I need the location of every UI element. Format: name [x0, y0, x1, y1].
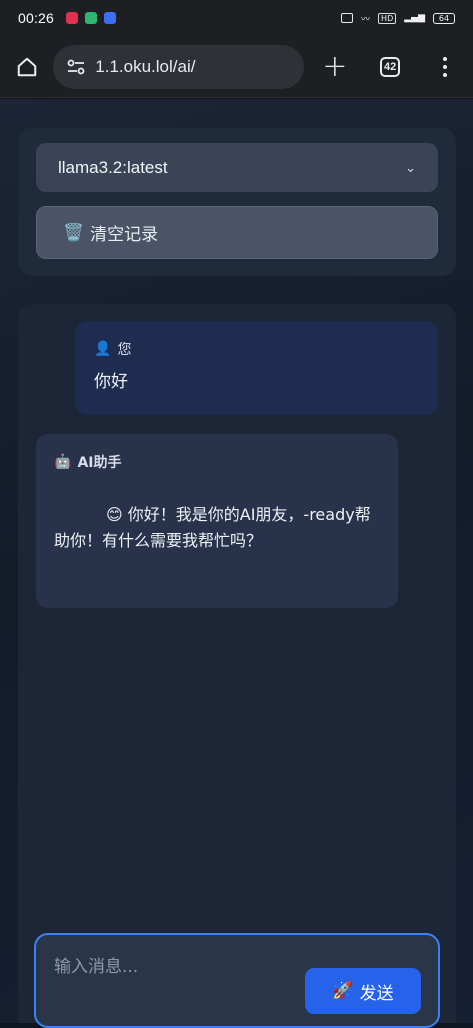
message-author: 👤 您	[94, 339, 419, 359]
tab-switcher-button[interactable]: 42	[363, 36, 418, 98]
more-vert-icon	[443, 56, 448, 77]
message-author: 🤖 AI助手	[54, 452, 380, 472]
message-text: 你好	[94, 372, 128, 392]
model-selected-value: llama3.2:latest	[58, 157, 168, 177]
browser-menu-button[interactable]	[418, 36, 473, 98]
status-time: 00:26	[18, 10, 55, 26]
robot-icon: 🤖	[54, 454, 72, 470]
hd-icon: HD	[378, 12, 397, 24]
message-text: 😊 你好！我是你的AI朋友，-ready帮助你！有什么需要我帮忙吗？	[54, 505, 371, 550]
author-name: AI助手	[77, 455, 122, 471]
chat-history[interactable]: 👤 您 你好 🤖 AI助手 😊 你好！我是你的AI朋友，-ready帮助你！有什…	[18, 304, 456, 1023]
chat-page: llama3.2:latest ⌄ 🗑️ 清空记录 👤 您 你好 🤖 AI助手 …	[0, 99, 473, 1028]
clear-history-button[interactable]: 🗑️ 清空记录	[36, 206, 438, 259]
message-input[interactable]	[54, 953, 314, 981]
plus-icon: +	[322, 48, 348, 84]
tab-count: 42	[380, 56, 401, 77]
address-bar[interactable]: 1.1.oku.lol/ai/	[53, 44, 305, 89]
ai-message: 🤖 AI助手 😊 你好！我是你的AI朋友，-ready帮助你！有什么需要我帮忙吗…	[36, 434, 398, 608]
vibrate-icon: 〰	[361, 14, 371, 25]
battery-icon: 64	[433, 12, 455, 24]
send-button[interactable]: 🚀 发送	[305, 968, 421, 1014]
new-tab-button[interactable]: +	[307, 36, 362, 98]
status-icons: 〰 HD ▂▄▆ 64	[341, 12, 455, 25]
browser-toolbar: 1.1.oku.lol/ai/ + 42	[0, 36, 473, 98]
home-button[interactable]	[0, 36, 53, 98]
site-settings-icon[interactable]	[67, 59, 85, 75]
clear-history-label: 清空记录	[90, 225, 159, 245]
message-composer: 🚀 发送	[34, 933, 440, 1028]
model-select[interactable]: llama3.2:latest ⌄	[36, 143, 438, 192]
author-name: 您	[117, 342, 132, 358]
chevron-down-icon: ⌄	[405, 159, 416, 175]
chat-app-icon	[85, 12, 98, 24]
signal-icon: ▂▄▆	[404, 13, 425, 23]
status-bar: 00:26 〰 HD ▂▄▆ 64	[0, 0, 473, 36]
rocket-icon: 🚀	[332, 981, 354, 1001]
image-status-icon	[341, 13, 354, 23]
trash-icon: 🗑️	[63, 222, 85, 243]
send-label: 发送	[359, 983, 394, 1004]
settings-panel: llama3.2:latest ⌄ 🗑️ 清空记录	[18, 128, 456, 276]
home-icon	[17, 57, 36, 76]
user-icon: 👤	[94, 341, 112, 357]
user-message: 👤 您 你好	[75, 321, 438, 415]
android-app-icon	[104, 12, 117, 24]
music-app-icon	[66, 12, 79, 24]
url-text: 1.1.oku.lol/ai/	[95, 56, 196, 76]
